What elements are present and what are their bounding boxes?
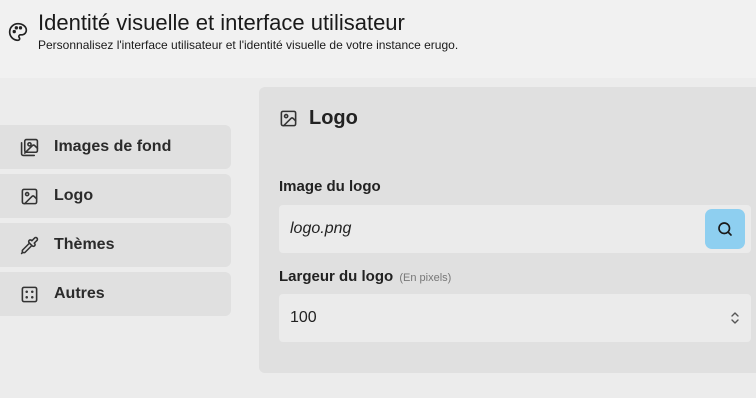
settings-sidebar: Images de fond Logo Thèmes Autres [0, 125, 231, 321]
page-title: Identité visuelle et interface utilisate… [38, 10, 405, 35]
logo-width-label: Largeur du logo (En pixels) [279, 268, 451, 285]
page-header: Identité visuelle et interface utilisate… [0, 0, 756, 78]
sidebar-item-label: Images de fond [54, 138, 172, 155]
logo-image-value: logo.png [290, 220, 352, 237]
panel-heading: Logo [279, 107, 358, 130]
sidebar-item-label: Logo [54, 187, 94, 204]
logo-width-value: 100 [290, 309, 317, 326]
logo-image-field[interactable]: logo.png [279, 205, 751, 253]
sidebar-item-images-de-fond[interactable]: Images de fond [0, 125, 231, 169]
search-icon [718, 222, 732, 236]
sidebar-item-logo[interactable]: Logo [0, 174, 231, 218]
browse-logo-button[interactable] [705, 209, 745, 249]
logo-image-label: Image du logo [279, 178, 381, 195]
logo-width-hint: (En pixels) [399, 272, 452, 284]
stepper-arrows-icon[interactable] [729, 310, 741, 326]
logo-settings-panel: Logo Image du logo logo.png Largeur du l… [259, 87, 756, 373]
image-icon [280, 110, 297, 127]
palette-icon [8, 22, 28, 42]
sidebar-item-label: Thèmes [54, 236, 115, 253]
sidebar-item-autres[interactable]: Autres [0, 272, 231, 316]
images-icon [20, 138, 39, 156]
page-subtitle: Personnalisez l'interface utilisateur et… [38, 38, 459, 52]
sidebar-item-label: Autres [54, 285, 105, 302]
logo-width-input[interactable]: 100 [279, 294, 751, 342]
panel-title: Logo [309, 107, 358, 129]
logo-width-label-text: Largeur du logo [279, 268, 394, 285]
pipette-icon [20, 236, 39, 254]
dice-icon [21, 286, 38, 302]
image-icon [21, 188, 38, 204]
sidebar-item-themes[interactable]: Thèmes [0, 223, 231, 267]
